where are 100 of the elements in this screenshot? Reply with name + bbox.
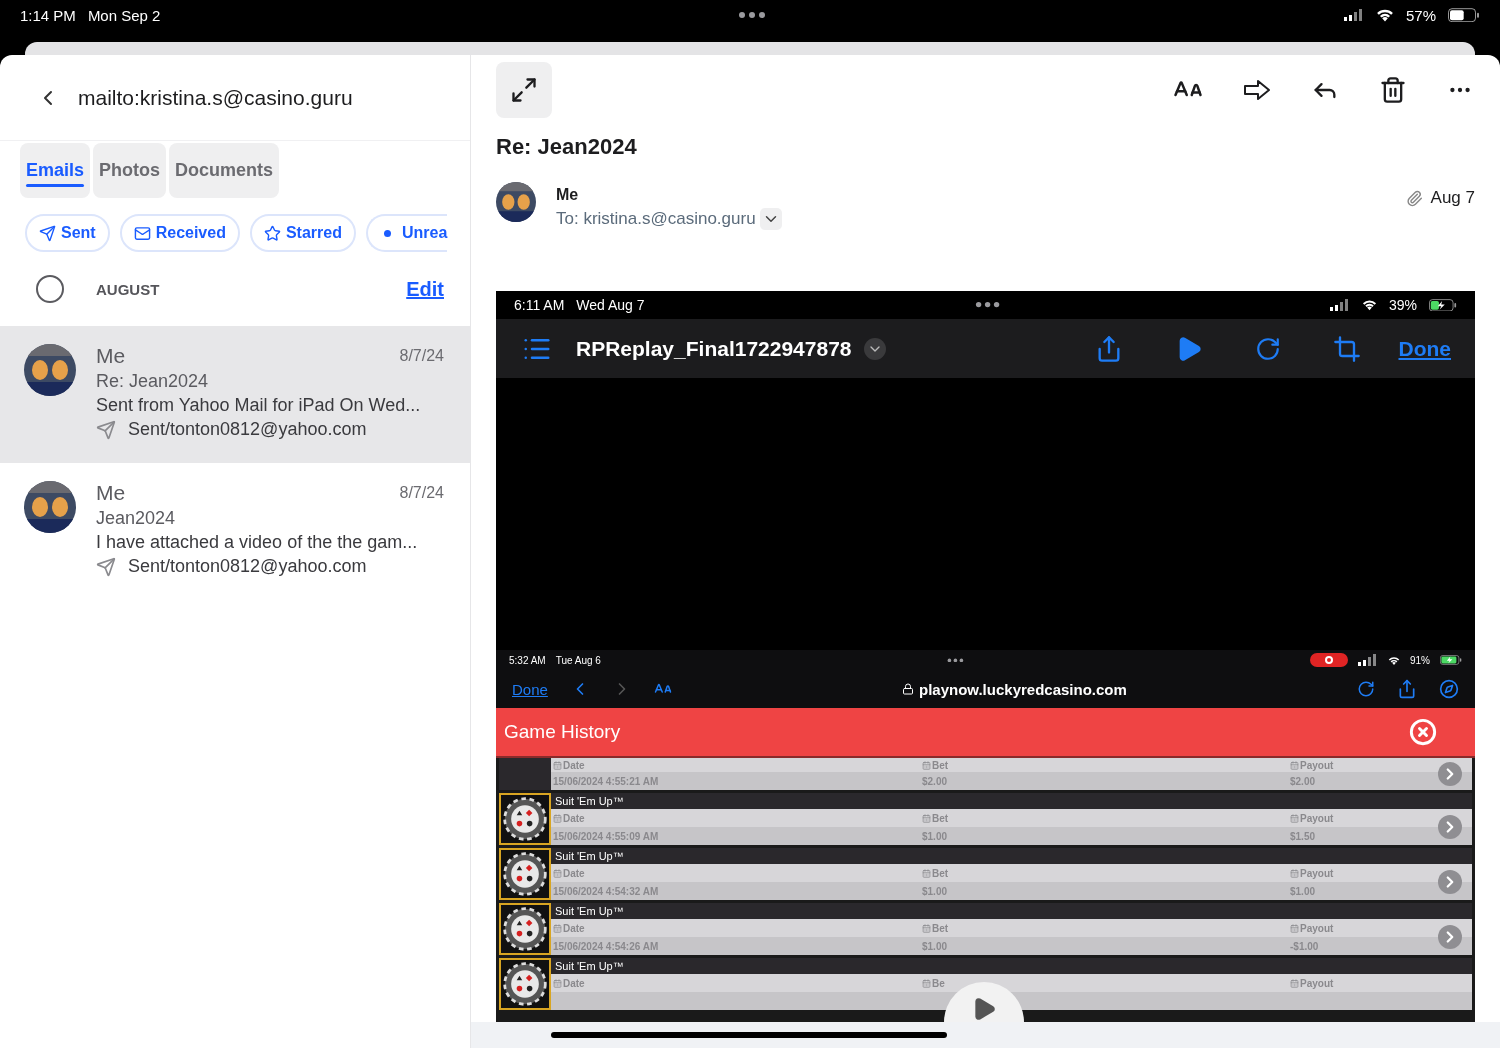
calendar-icon bbox=[1290, 868, 1299, 878]
close-icon[interactable] bbox=[1409, 718, 1437, 746]
compass-icon[interactable] bbox=[1439, 679, 1459, 699]
message-sender: Me bbox=[96, 481, 127, 505]
select-all-checkbox[interactable] bbox=[36, 275, 64, 303]
done-link[interactable]: Done bbox=[1398, 336, 1451, 361]
filter-chip[interactable]: Sent bbox=[25, 214, 110, 252]
date-value: 15/06/2024 4:55:09 AM bbox=[553, 830, 659, 842]
bet-label: Bet bbox=[922, 867, 949, 879]
chevron-button[interactable] bbox=[1438, 925, 1462, 949]
bet-value: $1.00 bbox=[922, 940, 948, 952]
message-folder: Sent/tonton0812@yahoo.com bbox=[128, 556, 367, 577]
url-field[interactable]: playnow.luckyredcasino.com bbox=[919, 680, 1127, 698]
send-icon bbox=[96, 556, 116, 577]
calendar-icon bbox=[553, 923, 562, 933]
battery-level: 91% bbox=[1410, 654, 1430, 666]
paperclip-icon bbox=[1405, 189, 1423, 207]
expand-icon bbox=[510, 76, 538, 104]
calendar-icon bbox=[553, 760, 562, 770]
email-subject: Re: Jean2024 bbox=[496, 134, 638, 160]
wifi-icon bbox=[1376, 8, 1394, 22]
tab[interactable]: Documents bbox=[169, 143, 280, 198]
payout-label: Payout bbox=[1290, 759, 1334, 771]
game-title: Suit 'Em Up™ bbox=[554, 794, 625, 809]
payout-label: Payout bbox=[1290, 867, 1334, 879]
message-folder: Sent/tonton0812@yahoo.com bbox=[128, 419, 367, 440]
arrow-right-icon bbox=[1243, 78, 1271, 102]
calendar-icon bbox=[1290, 813, 1299, 823]
recipient: To: kristina.s@casino.guru bbox=[556, 209, 756, 229]
rotate-icon[interactable] bbox=[1254, 335, 1281, 362]
share-icon[interactable] bbox=[1397, 679, 1417, 699]
filter-chip[interactable]: Starred bbox=[249, 214, 356, 252]
crop-icon[interactable] bbox=[1332, 334, 1361, 363]
status-date: Tue Aug 6 bbox=[555, 654, 601, 666]
reload-icon[interactable] bbox=[1357, 680, 1375, 698]
send-icon bbox=[96, 419, 116, 440]
send-icon bbox=[39, 224, 56, 242]
message-row[interactable]: Me 8/7/24 Re: Jean2024 Sent from Yahoo Mail for iPad On Wed... Sent/tonton0812@yahoo.com bbox=[0, 326, 470, 463]
date-value: 15/06/2024 4:54:26 AM bbox=[553, 940, 659, 952]
lock-icon bbox=[902, 683, 914, 695]
calendar-icon bbox=[922, 760, 931, 770]
done-link[interactable]: Done bbox=[512, 680, 548, 698]
message-date: 8/7/24 bbox=[399, 484, 444, 502]
edit-link[interactable]: Edit bbox=[406, 277, 444, 301]
status-time: 5:32 AM bbox=[509, 654, 546, 666]
filter-chip[interactable]: Unrea bbox=[365, 214, 448, 252]
page-title: Game History bbox=[504, 721, 621, 743]
date-label: Date bbox=[553, 812, 585, 824]
chevron-button[interactable] bbox=[1438, 762, 1462, 786]
battery-level: 39% bbox=[1389, 297, 1417, 313]
message-sender: Me bbox=[96, 344, 127, 368]
payout-label: Payout bbox=[1290, 977, 1334, 989]
calendar-icon bbox=[922, 813, 931, 823]
bet-label: Bet bbox=[922, 922, 949, 934]
calendar-icon bbox=[922, 978, 931, 988]
battery-icon bbox=[1440, 655, 1462, 665]
wifi-icon bbox=[1362, 299, 1377, 311]
bet-value: $1.00 bbox=[922, 830, 948, 842]
more-icon bbox=[738, 11, 767, 19]
date-label: Date bbox=[553, 759, 585, 771]
date-label: Date bbox=[553, 977, 585, 989]
envelope-icon bbox=[133, 224, 151, 242]
bet-label: Bet bbox=[922, 759, 949, 771]
signal-icon bbox=[1358, 654, 1378, 666]
payout-label: Payout bbox=[1290, 922, 1334, 934]
delete-icon[interactable] bbox=[1379, 76, 1407, 104]
message-subject: Re: Jean2024 bbox=[96, 371, 210, 392]
record-icon bbox=[1310, 653, 1348, 667]
message-date: 8/7/24 bbox=[399, 347, 444, 365]
more-icon bbox=[974, 301, 1000, 309]
sender-name: Me bbox=[556, 186, 580, 204]
calendar-icon bbox=[1290, 923, 1299, 933]
status-date: Wed Aug 7 bbox=[576, 297, 645, 313]
bet-value: $1.00 bbox=[922, 885, 948, 897]
calendar-icon bbox=[922, 868, 931, 878]
signal-icon bbox=[1330, 299, 1350, 311]
wifi-icon bbox=[1388, 655, 1400, 665]
chevron-button[interactable] bbox=[1438, 870, 1462, 894]
message-subject: Jean2024 bbox=[96, 508, 177, 529]
expand-button[interactable] bbox=[496, 62, 552, 118]
calendar-icon bbox=[553, 868, 562, 878]
chevron-button[interactable] bbox=[1438, 815, 1462, 839]
payout-value: $2.00 bbox=[1290, 775, 1316, 787]
title-menu-button[interactable] bbox=[863, 337, 886, 360]
message-preview: I have attached a video of the the gam... bbox=[96, 532, 419, 553]
filter-chip[interactable]: Received bbox=[119, 214, 240, 252]
payout-label: Payout bbox=[1290, 812, 1334, 824]
tab[interactable]: Photos bbox=[93, 143, 167, 198]
battery-icon bbox=[1429, 298, 1457, 312]
payout-value: $1.00 bbox=[1290, 885, 1316, 897]
date-label: Date bbox=[553, 922, 585, 934]
star-icon bbox=[263, 224, 281, 242]
status-date: Mon Sep 2 bbox=[87, 6, 161, 24]
expand-recipients-button[interactable] bbox=[759, 208, 782, 230]
section-header: AUGUST bbox=[96, 280, 161, 298]
tab[interactable]: Emails bbox=[20, 143, 91, 198]
bet-value: $2.00 bbox=[922, 775, 948, 787]
battery-level: 57% bbox=[1406, 6, 1436, 24]
email-date: Aug 7 bbox=[1430, 188, 1475, 208]
more-icon bbox=[947, 657, 964, 663]
